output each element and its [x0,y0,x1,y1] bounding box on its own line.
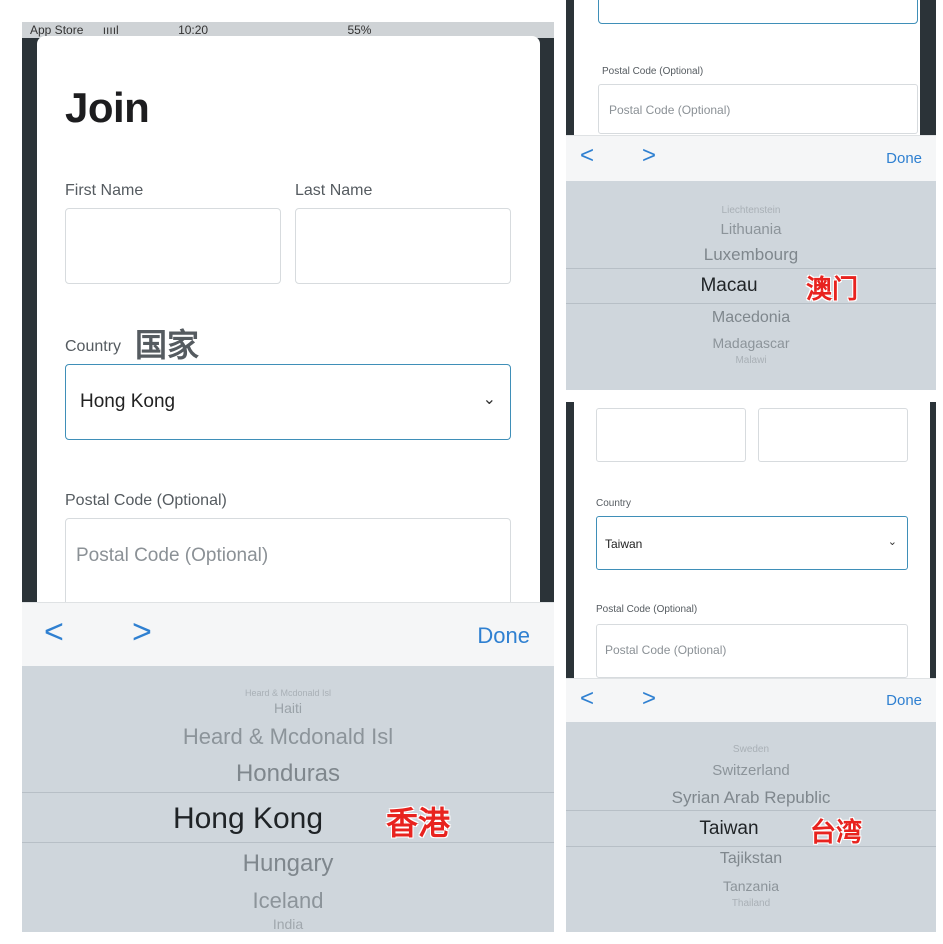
country-annotation: 国家 [135,327,200,363]
country-label: Country [596,498,632,509]
picker-selected-item[interactable]: Macau [566,275,914,297]
previous-field-button[interactable]: < [580,687,594,711]
last-name-input[interactable] [758,408,908,462]
postal-code-label: Postal Code (Optional) [596,604,698,615]
selected-annotation: 香港 [386,805,451,841]
country-label: Country [65,338,122,355]
picker-item[interactable]: Thailand [566,898,936,909]
first-name-input[interactable] [596,408,746,462]
picker-item[interactable]: Haiti [22,700,554,716]
picker-item[interactable]: Madagascar [566,335,936,351]
picker-toolbar: < > Done [566,678,936,722]
picker-item[interactable]: Heard & Mcdonald Isl [22,724,554,750]
chevron-down-icon: ⌄ [887,536,897,548]
picker-item[interactable]: Switzerland [566,762,936,779]
focused-field-edge[interactable] [598,0,918,24]
picker-toolbar: < > Done [22,602,554,666]
picker-item[interactable]: India [22,916,554,932]
picker-item[interactable]: Honduras [22,760,554,788]
country-picker-wheel[interactable]: Liechtenstein Lithuania Luxembourg Macau… [566,181,936,390]
last-name-input[interactable] [295,208,511,284]
country-select-value: Hong Kong [80,391,176,412]
page-title: Join [65,84,150,131]
next-field-button[interactable]: > [642,144,656,168]
join-form-screenshot-hong-kong: App Store ııııl 10:20 55% Join First Nam… [22,22,554,932]
first-name-input[interactable] [65,208,281,284]
picker-selection-bottom [22,842,554,843]
done-button[interactable]: Done [886,150,922,167]
signal-icon: ııııl [102,23,119,37]
picker-item[interactable]: Syrian Arab Republic [566,788,936,808]
picker-item[interactable]: Iceland [22,888,554,914]
picker-item[interactable]: Tajikstan [566,850,936,868]
country-picker-wheel[interactable]: Heard & Mcdonald Isl Haiti Heard & Mcdon… [22,666,554,932]
picker-item[interactable]: Sweden [566,744,936,755]
postal-code-placeholder: Postal Code (Optional) [609,103,731,117]
picker-selection-top [566,268,936,269]
done-button[interactable]: Done [886,692,922,709]
battery-level: 55% [347,23,372,37]
picker-item[interactable]: Tanzania [566,878,936,894]
country-select[interactable]: Taiwan ⌄ [596,516,908,570]
postal-code-placeholder: Postal Code (Optional) [76,545,269,566]
postal-code-input[interactable]: Postal Code (Optional) [598,84,918,134]
previous-field-button[interactable]: < [44,615,64,649]
postal-code-label: Postal Code (Optional) [602,66,704,77]
next-field-button[interactable]: > [642,687,656,711]
picker-selection-top [566,810,936,811]
picker-selection-bottom [566,846,936,847]
selected-annotation: 台湾 [810,817,863,847]
previous-field-button[interactable]: < [580,144,594,168]
form-screenshot-taiwan: Country Taiwan ⌄ Postal Code (Optional) … [566,402,936,932]
picker-toolbar: < > Done [566,135,936,181]
selected-annotation: 澳门 [806,274,859,304]
postal-code-input[interactable]: Postal Code (Optional) [65,518,511,608]
postal-code-label: Postal Code (Optional) [65,492,227,509]
status-time: 10:20 [178,23,209,37]
picker-item[interactable]: Liechtenstein [566,205,936,216]
chevron-down-icon: ⌄ [482,391,496,408]
picker-item[interactable]: Malawi [566,355,936,366]
picker-item[interactable]: Lithuania [566,221,936,238]
postal-code-placeholder: Postal Code (Optional) [605,643,727,657]
country-select-value: Taiwan [605,537,643,551]
picker-selection-top [22,792,554,793]
last-name-label: Last Name [295,182,373,199]
picker-item[interactable]: Macedonia [566,309,936,327]
picker-item[interactable]: Hungary [22,850,554,878]
first-name-label: First Name [65,182,144,199]
postal-code-input[interactable]: Postal Code (Optional) [596,624,908,678]
picker-screenshot-macau: Postal Code (Optional) Postal Code (Opti… [566,0,936,390]
picker-item[interactable]: Luxembourg [566,245,936,265]
picker-selection-bottom [566,303,936,304]
done-button[interactable]: Done [477,623,530,649]
country-select[interactable]: Hong Kong ⌄ [65,364,511,440]
country-picker-wheel[interactable]: Sweden Switzerland Syrian Arab Republic … [566,722,936,932]
status-carrier: App Store [30,23,84,37]
join-sheet: Join First Name Last Name Country 国家 Hon… [37,36,540,616]
next-field-button[interactable]: > [132,615,152,649]
picker-item[interactable]: Heard & Mcdonald Isl [22,688,554,698]
form-sheet: Country Taiwan ⌄ Postal Code (Optional) … [574,402,930,682]
